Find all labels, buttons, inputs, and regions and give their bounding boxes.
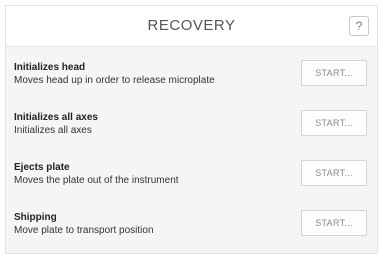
recovery-panel: RECOVERY ? Initializes head Moves head u… (5, 5, 378, 254)
action-description: Initializes all axes (14, 125, 92, 136)
recovery-action-eject-plate: Ejects plate Moves the plate out of the … (6, 151, 377, 201)
action-name: Initializes all axes (14, 112, 98, 123)
recovery-action-initialize-head: Initializes head Moves head up in order … (6, 51, 377, 101)
recovery-action-initialize-axes: Initializes all axes Initializes all axe… (6, 101, 377, 151)
action-description: Move plate to transport position (14, 225, 154, 236)
page-title: RECOVERY (147, 17, 236, 34)
action-name: Initializes head (14, 62, 86, 73)
recovery-actions-list: Initializes head Moves head up in order … (6, 51, 377, 251)
start-initialize-head-button[interactable]: START... (301, 60, 367, 86)
start-initialize-axes-button[interactable]: START... (301, 110, 367, 136)
help-button[interactable]: ? (349, 16, 369, 36)
start-shipping-button[interactable]: START... (301, 210, 367, 236)
action-description: Moves head up in order to release microp… (14, 75, 215, 86)
panel-header: RECOVERY ? (6, 6, 377, 47)
recovery-action-shipping: Shipping Move plate to transport positio… (6, 201, 377, 251)
action-name: Shipping (14, 212, 57, 223)
action-description: Moves the plate out of the instrument (14, 175, 179, 186)
start-eject-plate-button[interactable]: START... (301, 160, 367, 186)
action-name: Ejects plate (14, 162, 70, 173)
